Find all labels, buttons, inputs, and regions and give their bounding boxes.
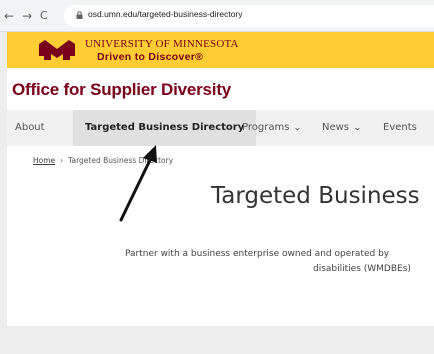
breadcrumb-separator: ›	[60, 156, 64, 165]
browser-toolbar: ← → C osd.umn.edu/targeted-business-dire…	[0, 0, 434, 32]
address-bar[interactable]: osd.umn.edu/targeted-business-directory	[64, 5, 434, 27]
reload-icon[interactable]: C	[40, 9, 48, 23]
nav-item-targeted-business-directory[interactable]: Targeted Business Directory	[73, 110, 257, 146]
nav-item-label: Targeted Business Directory	[85, 122, 245, 133]
block-m-logo-icon[interactable]	[37, 40, 77, 60]
main-navigation: About Targeted Business Directory Progra…	[7, 110, 434, 146]
nav-item-programs[interactable]: Programs ⌄	[242, 110, 303, 146]
chevron-down-icon: ⌄	[353, 123, 362, 132]
university-tagline: Driven to Discover®	[97, 51, 204, 63]
university-name[interactable]: UNIVERSITY OF MINNESOTA	[85, 38, 239, 50]
nav-item-label: Events	[383, 122, 417, 133]
nav-item-news[interactable]: News ⌄	[322, 110, 362, 146]
intro-text-line: Partner with a business enterprise owned…	[125, 249, 390, 259]
breadcrumb-current: Targeted Business Directory	[68, 156, 174, 165]
forward-arrow-icon[interactable]: →	[22, 9, 32, 23]
web-page: UNIVERSITY OF MINNESOTA Driven to Discov…	[7, 32, 434, 326]
nav-item-about[interactable]: About	[7, 110, 45, 146]
chevron-down-icon: ⌄	[293, 123, 303, 132]
page-title: Targeted Business	[211, 183, 420, 209]
lock-icon	[76, 11, 83, 19]
nav-item-label: About	[15, 122, 45, 133]
url-text[interactable]: osd.umn.edu/targeted-business-directory	[88, 9, 243, 19]
intro-text-line: disabilities (WMDBEs)	[313, 264, 411, 274]
breadcrumb: Home › Targeted Business Directory	[33, 156, 173, 165]
nav-item-events[interactable]: Events	[383, 110, 417, 146]
breadcrumb-home-link[interactable]: Home	[33, 156, 55, 165]
nav-item-label: Programs	[242, 122, 290, 133]
university-banner: UNIVERSITY OF MINNESOTA Driven to Discov…	[7, 32, 434, 68]
site-title[interactable]: Office for Supplier Diversity	[12, 80, 231, 100]
nav-item-label: News	[322, 122, 350, 133]
back-arrow-icon[interactable]: ←	[4, 9, 14, 23]
